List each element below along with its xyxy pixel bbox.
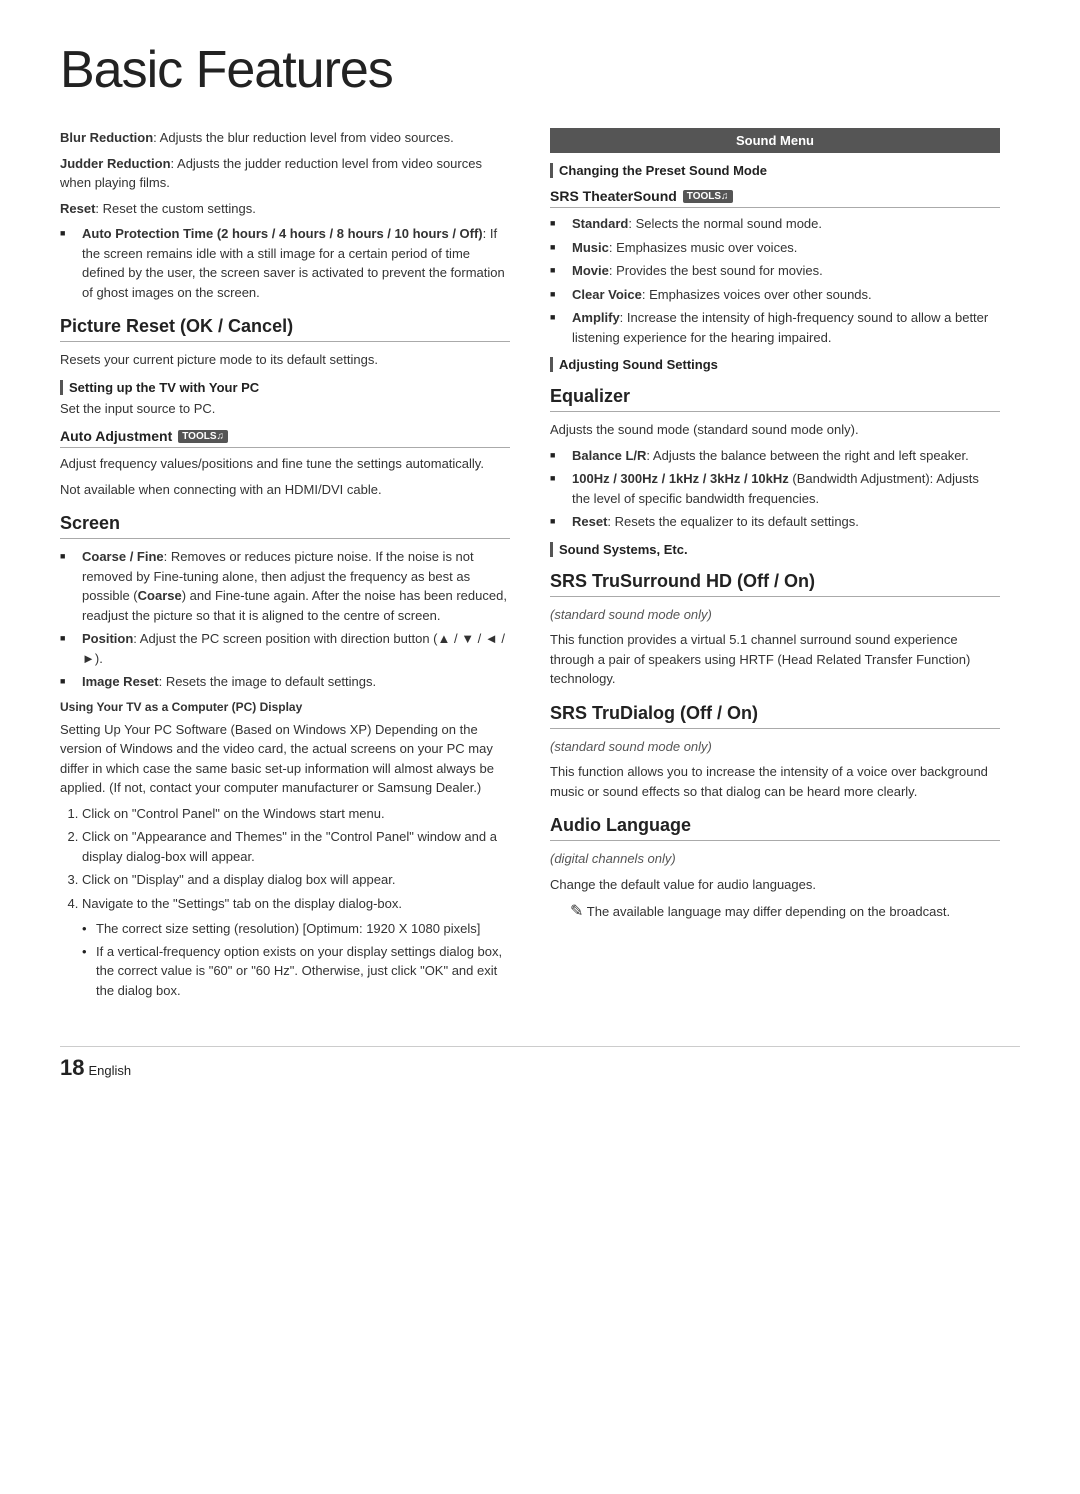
left-column: Blur Reduction: Adjusts the blur reducti… — [60, 128, 510, 1006]
page-label: English — [88, 1063, 131, 1078]
equalizer-title: Equalizer — [550, 386, 1000, 412]
picture-reset-title: Picture Reset (OK / Cancel) — [60, 316, 510, 342]
judder-reduction-text: Judder Reduction: Adjusts the judder red… — [60, 154, 510, 193]
auto-adjustment-desc1: Adjust frequency values/positions and fi… — [60, 454, 510, 474]
screen-bullet-position: Position: Adjust the PC screen position … — [60, 629, 510, 668]
tools-badge-auto: TOOLS♫ — [178, 430, 228, 443]
adjusting-sound-title: Adjusting Sound Settings — [550, 357, 1000, 372]
srs-trusurround-note: (standard sound mode only) — [550, 605, 1000, 625]
blur-reduction-text: Blur Reduction: Adjusts the blur reducti… — [60, 128, 510, 148]
sub-bullet-resolution: The correct size setting (resolution) [O… — [82, 919, 510, 939]
using-tv-subtitle: Using Your TV as a Computer (PC) Display — [60, 698, 510, 716]
srs-trusurround-desc: This function provides a virtual 5.1 cha… — [550, 630, 1000, 689]
picture-reset-desc: Resets your current picture mode to its … — [60, 350, 510, 370]
step-1: Click on "Control Panel" on the Windows … — [82, 804, 510, 824]
sound-menu-header: Sound Menu — [550, 128, 1000, 153]
page-number: 18 — [60, 1055, 84, 1080]
srs-bullet-movie: Movie: Provides the best sound for movie… — [550, 261, 1000, 281]
screen-title: Screen — [60, 513, 510, 539]
screen-bullet-image-reset: Image Reset: Resets the image to default… — [60, 672, 510, 692]
setting-up-pc-title: Setting up the TV with Your PC — [60, 380, 510, 395]
tools-badge-srs: TOOLS♫ — [683, 190, 733, 203]
screen-bullets: Coarse / Fine: Removes or reduces pictur… — [60, 547, 510, 692]
steps-list: Click on "Control Panel" on the Windows … — [60, 804, 510, 914]
step-2: Click on "Appearance and Themes" in the … — [82, 827, 510, 866]
srs-trudialog-desc: This function allows you to increase the… — [550, 762, 1000, 801]
setting-up-pc-desc: Set the input source to PC. — [60, 399, 510, 419]
audio-language-note: (digital channels only) — [550, 849, 1000, 869]
srs-bullet-clear-voice: Clear Voice: Emphasizes voices over othe… — [550, 285, 1000, 305]
eq-bullet-reset: Reset: Resets the equalizer to its defau… — [550, 512, 1000, 532]
auto-adjustment-desc2: Not available when connecting with an HD… — [60, 480, 510, 500]
audio-language-title: Audio Language — [550, 815, 1000, 841]
equalizer-desc: Adjusts the sound mode (standard sound m… — [550, 420, 1000, 440]
auto-adjustment-title: Auto Adjustment TOOLS♫ — [60, 428, 510, 448]
audio-language-memo: ✎ The available language may differ depe… — [550, 900, 1000, 924]
srs-theater-bullets: Standard: Selects the normal sound mode.… — [550, 214, 1000, 347]
auto-protection-item: Auto Protection Time (2 hours / 4 hours … — [60, 224, 510, 302]
intro-section: Blur Reduction: Adjusts the blur reducti… — [60, 128, 510, 218]
right-column: Sound Menu Changing the Preset Sound Mod… — [550, 128, 1000, 1006]
page-number-area: 18 English — [60, 1046, 1020, 1081]
step-3: Click on "Display" and a display dialog … — [82, 870, 510, 890]
reset-text: Reset: Reset the custom settings. — [60, 199, 510, 219]
using-tv-desc: Setting Up Your PC Software (Based on Wi… — [60, 720, 510, 798]
eq-bullet-bands: 100Hz / 300Hz / 1kHz / 3kHz / 10kHz (Ban… — [550, 469, 1000, 508]
srs-bullet-standard: Standard: Selects the normal sound mode. — [550, 214, 1000, 234]
equalizer-bullets: Balance L/R: Adjusts the balance between… — [550, 446, 1000, 532]
page-title: Basic Features — [60, 40, 1020, 100]
srs-trudialog-title: SRS TruDialog (Off / On) — [550, 703, 1000, 729]
screen-bullet-coarse: Coarse / Fine: Removes or reduces pictur… — [60, 547, 510, 625]
srs-bullet-music: Music: Emphasizes music over voices. — [550, 238, 1000, 258]
sub-bullets: The correct size setting (resolution) [O… — [60, 919, 510, 1000]
srs-trudialog-note: (standard sound mode only) — [550, 737, 1000, 757]
sound-systems-title: Sound Systems, Etc. — [550, 542, 1000, 557]
eq-bullet-balance: Balance L/R: Adjusts the balance between… — [550, 446, 1000, 466]
auto-protection-list: Auto Protection Time (2 hours / 4 hours … — [60, 224, 510, 302]
audio-language-desc: Change the default value for audio langu… — [550, 875, 1000, 895]
sub-bullet-frequency: If a vertical-frequency option exists on… — [82, 942, 510, 1001]
srs-theater-title: SRS TheaterSound TOOLS♫ — [550, 188, 1000, 208]
srs-bullet-amplify: Amplify: Increase the intensity of high-… — [550, 308, 1000, 347]
changing-preset-title: Changing the Preset Sound Mode — [550, 163, 1000, 178]
srs-trusurround-title: SRS TruSurround HD (Off / On) — [550, 571, 1000, 597]
memo-icon: ✎ — [570, 903, 583, 920]
step-4: Navigate to the "Settings" tab on the di… — [82, 894, 510, 914]
